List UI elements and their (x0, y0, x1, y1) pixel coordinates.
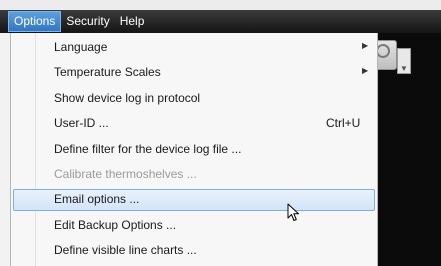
chevron-down-icon: ▼ (400, 64, 408, 73)
application-window: ▼ Options Security Help Language ▶ Tempe… (0, 0, 441, 266)
menu-item-shortcut: Ctrl+U (326, 116, 361, 130)
power-icon (376, 44, 390, 58)
menu-item-label: Edit Backup Options ... (54, 218, 177, 232)
menu-item-email-options[interactable]: Email options ... (13, 189, 375, 211)
submenu-arrow-icon: ▶ (362, 41, 369, 50)
menu-item-define-visible-line-charts[interactable]: Define visible line charts ... (13, 240, 375, 262)
menu-item-label: Define visible line charts ... (54, 243, 197, 257)
menu-item-show-device-log[interactable]: Show device log in protocol (13, 88, 375, 110)
mouse-pointer-icon (287, 203, 299, 221)
menu-item-label: Calibrate thermoshelves ... (54, 167, 197, 181)
menu-security[interactable]: Security (61, 11, 114, 32)
menu-item-calibrate-thermoshelves: Calibrate thermoshelves ... (13, 164, 375, 186)
menu-item-label: Language (54, 40, 108, 54)
menu-item-label: User-ID ... (54, 116, 109, 130)
menu-options[interactable]: Options (8, 11, 62, 32)
menu-item-temperature-scales[interactable]: Temperature Scales ▶ (13, 62, 375, 84)
window-top-strip (0, 0, 441, 10)
menu-item-edit-backup-options[interactable]: Edit Backup Options ... (13, 215, 375, 237)
menu-item-language[interactable]: Language ▶ (13, 37, 375, 59)
menu-item-label: Show device log in protocol (54, 91, 201, 105)
menu-item-label: Temperature Scales (54, 65, 161, 79)
menu-bar: Options Security Help (0, 10, 441, 33)
menu-item-label: Define filter for the device log file ..… (54, 142, 242, 156)
menu-item-user-id[interactable]: User-ID ... Ctrl+U (13, 113, 375, 135)
menu-item-label: Email options ... (54, 192, 140, 206)
submenu-arrow-icon: ▶ (362, 66, 369, 75)
menu-help[interactable]: Help (115, 11, 150, 32)
menu-item-define-filter[interactable]: Define filter for the device log file ..… (13, 139, 375, 161)
